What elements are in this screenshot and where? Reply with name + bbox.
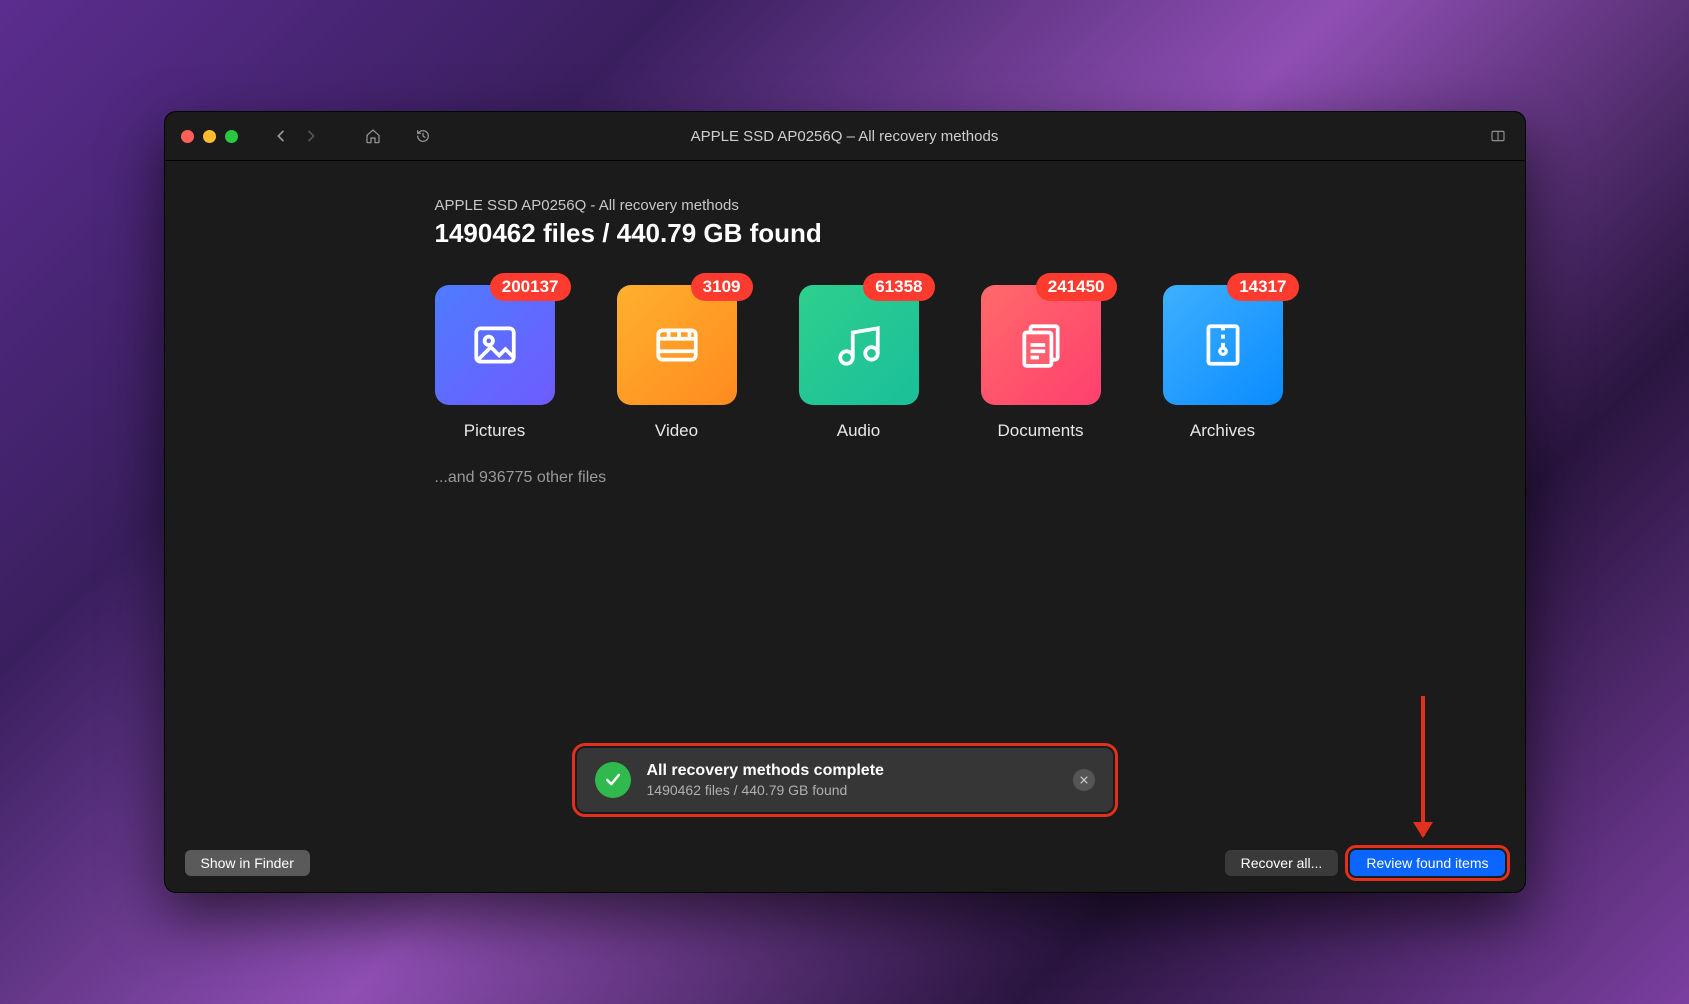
chevron-right-icon: [303, 128, 319, 144]
category-archives[interactable]: 14317 Archives: [1163, 285, 1283, 441]
window-close-button[interactable]: [181, 130, 194, 143]
titlebar: APPLE SSD AP0256Q – All recovery methods: [165, 112, 1525, 161]
category-badge: 241450: [1036, 273, 1117, 301]
toast-body: All recovery methods complete 1490462 fi…: [647, 762, 1057, 798]
video-icon: 3109: [617, 285, 737, 405]
recover-all-button[interactable]: Recover all...: [1225, 850, 1339, 876]
category-badge: 3109: [691, 273, 753, 301]
annotation-arrow: [1421, 696, 1425, 836]
archives-icon: 14317: [1163, 285, 1283, 405]
review-found-items-button[interactable]: Review found items: [1350, 850, 1504, 876]
category-badge: 14317: [1227, 273, 1298, 301]
category-pictures[interactable]: 200137 Pictures: [435, 285, 555, 441]
window-traffic-lights: [181, 130, 238, 143]
home-button[interactable]: [362, 125, 384, 147]
breadcrumb: APPLE SSD AP0256Q - All recovery methods: [435, 197, 1255, 214]
category-documents[interactable]: 241450 Documents: [981, 285, 1101, 441]
documents-icon: 241450: [981, 285, 1101, 405]
clock-back-icon: [415, 128, 431, 144]
category-label: Video: [655, 421, 698, 441]
category-row: 200137 Pictures 3109 Video 61358 Audio 241450 D…: [435, 285, 1255, 441]
category-label: Pictures: [464, 421, 525, 441]
content-area: APPLE SSD AP0256Q - All recovery methods…: [165, 161, 1525, 892]
show-in-finder-button[interactable]: Show in Finder: [185, 850, 310, 876]
home-icon: [365, 128, 381, 144]
results-summary: 1490462 files / 440.79 GB found: [435, 218, 1255, 249]
nav-back-button[interactable]: [270, 125, 292, 147]
window-minimize-button[interactable]: [203, 130, 216, 143]
close-icon: [1079, 775, 1089, 785]
toast-subtitle: 1490462 files / 440.79 GB found: [647, 782, 1057, 798]
category-badge: 61358: [863, 273, 934, 301]
history-button[interactable]: [412, 125, 434, 147]
category-video[interactable]: 3109 Video: [617, 285, 737, 441]
toast-title: All recovery methods complete: [647, 762, 1057, 780]
pictures-icon: 200137: [435, 285, 555, 405]
app-window: APPLE SSD AP0256Q – All recovery methods…: [164, 111, 1526, 893]
columns-icon: [1490, 128, 1506, 144]
category-label: Documents: [998, 421, 1084, 441]
check-circle-icon: [595, 762, 631, 798]
chevron-left-icon: [273, 128, 289, 144]
category-audio[interactable]: 61358 Audio: [799, 285, 919, 441]
audio-icon: 61358: [799, 285, 919, 405]
category-badge: 200137: [490, 273, 571, 301]
view-columns-button[interactable]: [1487, 125, 1509, 147]
completion-toast: All recovery methods complete 1490462 fi…: [577, 748, 1113, 812]
footer-bar: Show in Finder Recover all... Review fou…: [185, 850, 1505, 876]
category-label: Archives: [1190, 421, 1255, 441]
nav-forward-button[interactable]: [300, 125, 322, 147]
more-files-text: ...and 936775 other files: [435, 469, 1255, 487]
window-fullscreen-button[interactable]: [225, 130, 238, 143]
toast-close-button[interactable]: [1073, 769, 1095, 791]
category-label: Audio: [837, 421, 880, 441]
